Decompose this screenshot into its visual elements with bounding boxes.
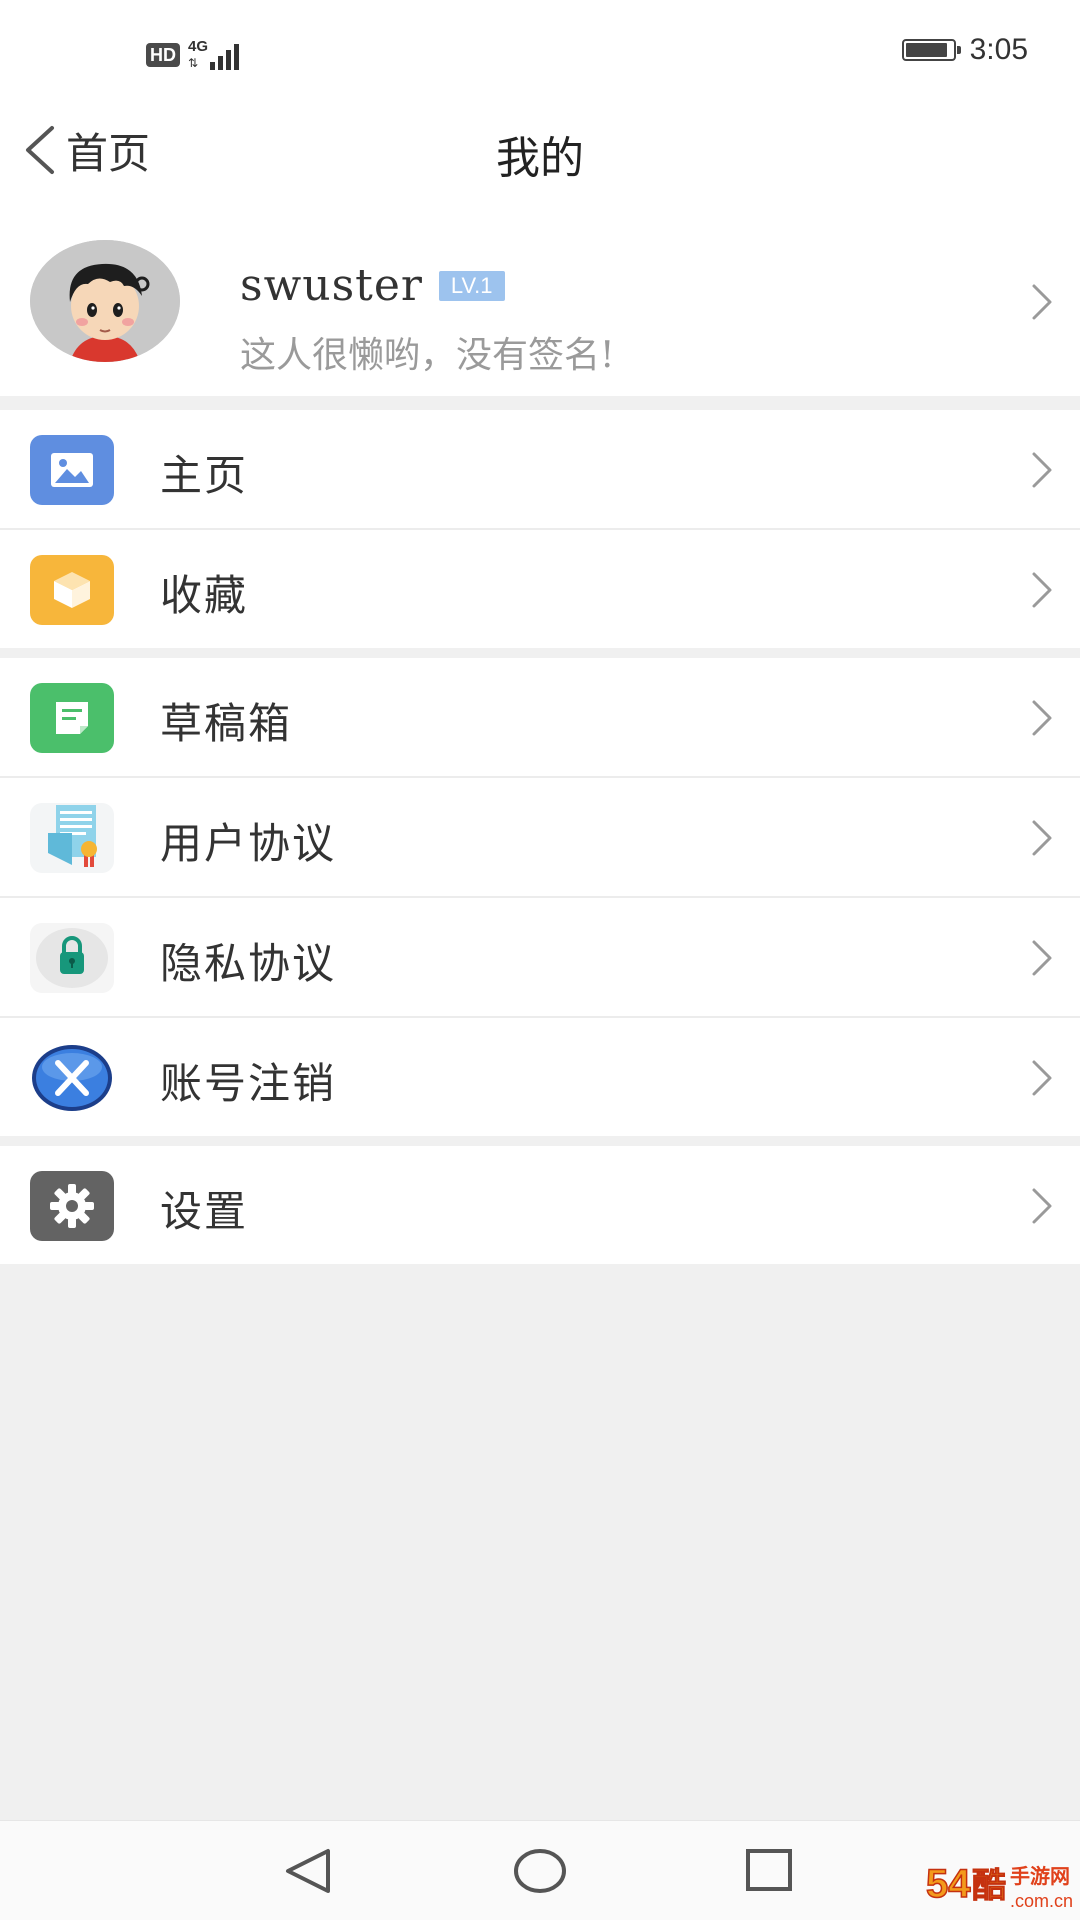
image-icon: [30, 435, 114, 505]
home-circle-icon[interactable]: [510, 1843, 570, 1899]
profile-card[interactable]: swuster LV.1 这人很懒哟，没有签名!: [0, 200, 1080, 396]
signal-bars: [210, 40, 239, 70]
menu-group-3: 设置: [0, 1146, 1080, 1264]
menu-item-favorites[interactable]: 收藏: [0, 530, 1080, 648]
svg-text:.com.cn: .com.cn: [1010, 1891, 1073, 1911]
recents-square-icon[interactable]: [738, 1843, 798, 1899]
menu-item-label: 设置: [160, 1187, 249, 1236]
box-icon: [30, 555, 114, 625]
username: swuster: [240, 260, 423, 311]
chevron-right-icon: [1032, 700, 1052, 736]
menu-item-label: 草稿箱: [160, 699, 293, 748]
level-badge: LV.1: [438, 270, 505, 301]
chevron-right-icon: [1032, 572, 1052, 608]
status-right: 3:05: [901, 33, 1028, 67]
menu-item-privacy-policy[interactable]: 隐私协议: [0, 898, 1080, 1018]
menu-item-label: 主页: [160, 451, 249, 500]
hd-badge: HD: [146, 43, 180, 67]
signal-icon: 4G ⇅: [188, 38, 248, 72]
chevron-right-icon: [1032, 1188, 1052, 1224]
menu-item-label: 隐私协议: [160, 939, 337, 988]
chevron-right-icon: [1032, 940, 1052, 976]
clock: 3:05: [969, 33, 1028, 66]
menu-group-1: 主页 收藏: [0, 410, 1080, 648]
status-left: HD 4G ⇅: [146, 38, 248, 72]
svg-text:酷: 酷: [972, 1866, 1006, 1906]
certificate-icon: [30, 803, 114, 873]
battery-fill: [905, 43, 947, 57]
chevron-right-icon: [1032, 284, 1052, 320]
back-triangle-icon[interactable]: [278, 1843, 338, 1899]
top-bar: 首页 我的: [0, 100, 1080, 200]
menu-item-delete-account[interactable]: 账号注销: [0, 1018, 1080, 1136]
menu-item-label: 收藏: [160, 571, 249, 620]
system-nav-bar: 54 酷 手游网 .com.cn: [0, 1820, 1080, 1920]
menu-group-2: 草稿箱 用户协议 隐私协议 账号注销: [0, 658, 1080, 1136]
data-arrows-icon: ⇅: [188, 56, 199, 70]
cancel-x-icon: [30, 1043, 114, 1113]
page-title: 我的: [496, 133, 584, 184]
menu-item-label: 用户协议: [160, 819, 337, 868]
status-bar: HD 4G ⇅ 3:05: [0, 0, 1080, 100]
cartoon-boy-avatar-icon: [30, 240, 180, 362]
gear-icon: [30, 1171, 114, 1241]
battery-icon: [901, 39, 961, 61]
menu-item-drafts[interactable]: 草稿箱: [0, 658, 1080, 778]
menu-item-settings[interactable]: 设置: [0, 1146, 1080, 1264]
draft-icon: [30, 683, 114, 753]
chevron-right-icon: [1032, 820, 1052, 856]
network-type: 4G: [188, 38, 209, 55]
chevron-right-icon: [1032, 452, 1052, 488]
svg-text:54: 54: [926, 1862, 971, 1906]
menu-item-homepage[interactable]: 主页: [0, 410, 1080, 530]
lock-icon: [30, 923, 114, 993]
username-row: swuster LV.1: [240, 260, 505, 311]
app-screen: HD 4G ⇅ 3:05 首页 我的 swuster LV.1 这人很懒哟，没有…: [0, 0, 1080, 1920]
watermark-logo: 54 酷 手游网 .com.cn: [925, 1861, 1073, 1911]
avatar: [30, 240, 180, 362]
chevron-right-icon: [1032, 1060, 1052, 1096]
signature: 这人很懒哟，没有签名!: [240, 335, 615, 376]
menu-item-label: 账号注销: [160, 1059, 337, 1108]
svg-text:手游网: 手游网: [1010, 1864, 1070, 1888]
menu-item-user-agreement[interactable]: 用户协议: [0, 778, 1080, 898]
